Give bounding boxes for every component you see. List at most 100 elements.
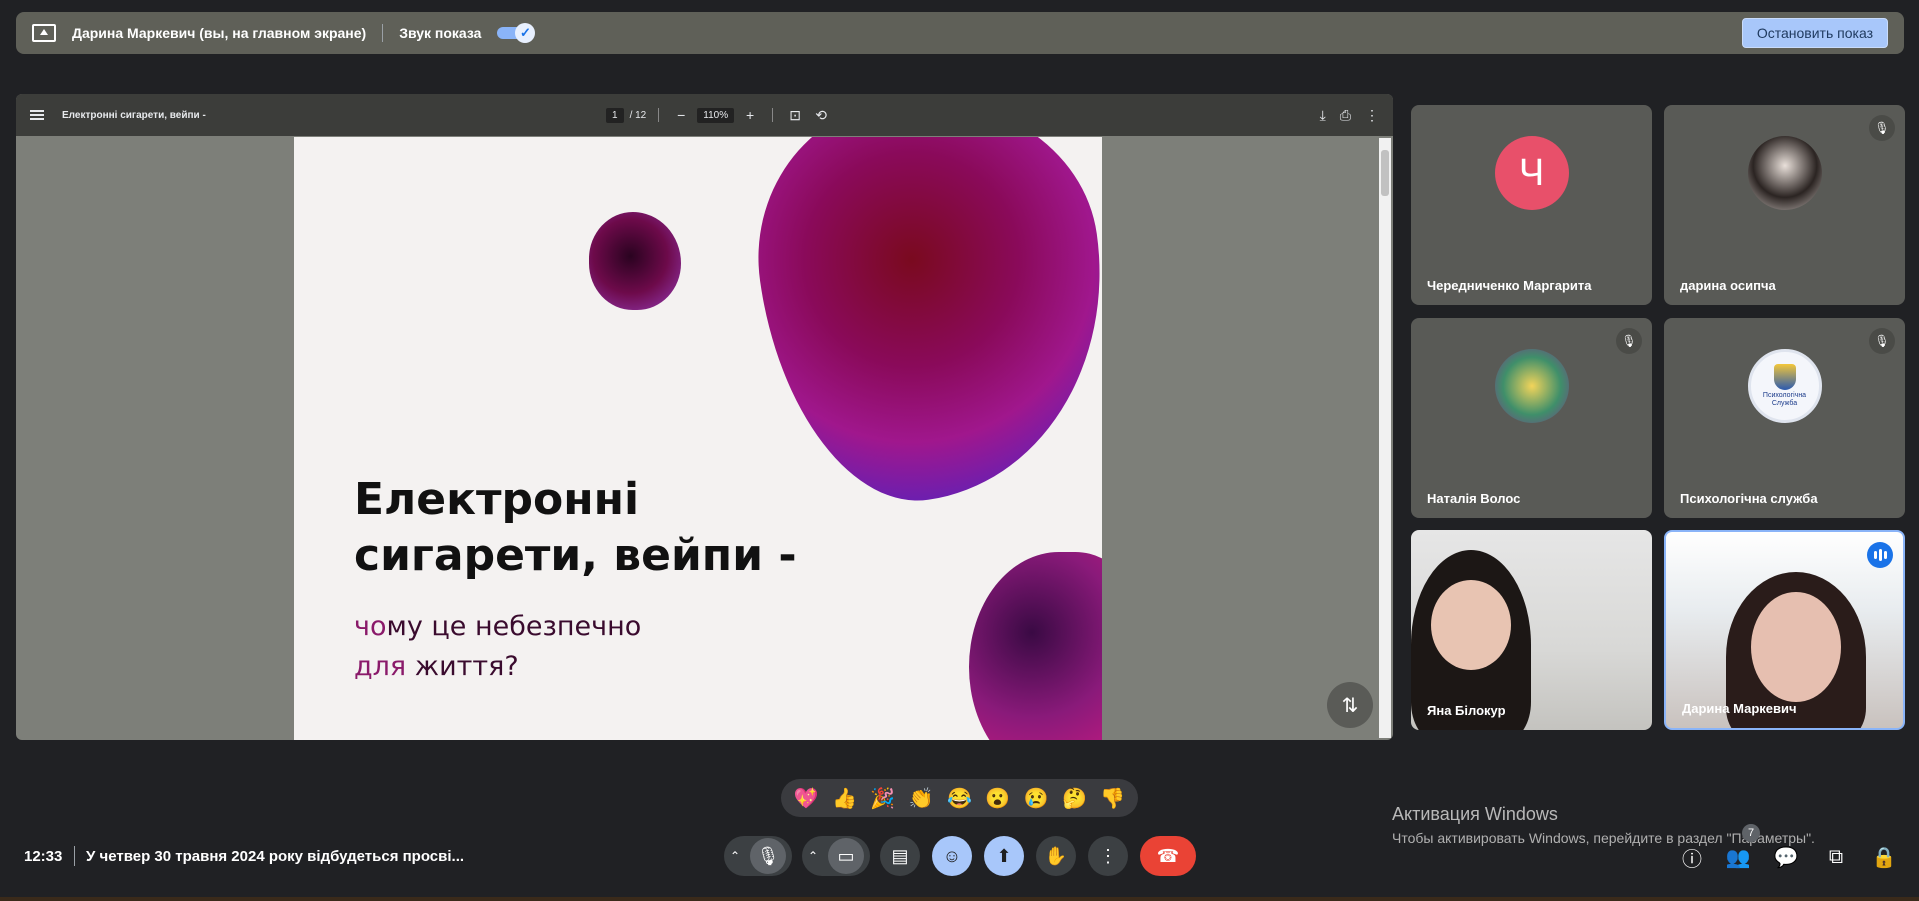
sound-toggle[interactable]: ✓: [497, 23, 536, 43]
present-button[interactable]: ⬆: [984, 836, 1024, 876]
reaction-thumbs-down[interactable]: 👎: [1100, 786, 1125, 811]
person-face: [1751, 592, 1841, 702]
chevron-up-icon[interactable]: ⌃: [808, 849, 818, 863]
slide-page: Електронні сигарети, вейпи - чому це неб…: [294, 137, 1102, 740]
avatar: Ч: [1494, 136, 1569, 210]
reaction-thumbs-up[interactable]: 👍: [832, 786, 857, 811]
subtitle-text: му це небезпечно: [386, 611, 642, 642]
participant-name: Чередниченко Маргарита: [1427, 278, 1592, 293]
slide-subtitle: чому це небезпечно для життя?: [354, 607, 641, 687]
print-icon[interactable]: ⎙: [1340, 107, 1351, 124]
mic-off-icon: 🎙: [1869, 328, 1895, 354]
participant-name: Психологічна служба: [1680, 491, 1818, 506]
reaction-heart[interactable]: 💖: [794, 786, 819, 811]
windows-activation-title: Активация Windows: [1392, 804, 1558, 824]
reactions-bar: 💖 👍 🎉 👏 😂 😮 😢 🤔 👎: [781, 779, 1138, 817]
participant-name: Дарина Маркевич: [1682, 701, 1797, 716]
reaction-clap[interactable]: 👏: [909, 786, 934, 811]
avatar: [1747, 136, 1822, 210]
participant-tile[interactable]: 🎙 Психологічна Служба Психологічна служб…: [1664, 318, 1905, 518]
rotate-icon[interactable]: ⟲: [811, 107, 831, 124]
gradient-blob-large: [737, 137, 1102, 519]
info-icon[interactable]: ⓘ: [1678, 843, 1706, 871]
chevron-up-icon[interactable]: ⌃: [730, 849, 740, 863]
scrollbar-thumb[interactable]: [1381, 150, 1389, 196]
participant-name: Наталія Волос: [1427, 491, 1521, 506]
camera-control[interactable]: ⌃ ▭: [802, 836, 870, 876]
pdf-title: Електронні сигарети, вейпи -: [62, 109, 206, 121]
pdf-scrollbar[interactable]: [1379, 138, 1391, 738]
pdf-actions: ⤓ ⎙ ⋮: [1320, 107, 1379, 124]
more-vert-icon[interactable]: ⋮: [1365, 107, 1379, 124]
pdf-toolbar: Електронні сигарети, вейпи - 1 / 12 − 11…: [16, 94, 1393, 136]
host-controls-icon[interactable]: 🔒: [1870, 843, 1898, 871]
captions-button[interactable]: ▤: [880, 836, 920, 876]
gradient-blob-small: [589, 212, 681, 310]
more-options-button[interactable]: ⋮: [1088, 836, 1128, 876]
mic-control[interactable]: ⌃ 🎙: [724, 836, 792, 876]
avatar: Психологічна Служба: [1747, 349, 1822, 423]
person-face: [1431, 580, 1511, 670]
zoom-in-button[interactable]: +: [740, 107, 760, 123]
stop-presenting-button[interactable]: Остановить показ: [1741, 18, 1888, 48]
pdf-page-controls: 1 / 12 − 110% + ⊡ ⟲: [606, 107, 831, 124]
presenting-bar: Дарина Маркевич (вы, на главном экране) …: [16, 12, 1904, 54]
meeting-title: У четвер 30 травня 2024 року відбудеться…: [86, 848, 465, 865]
phone-hangup-icon: ☎: [1156, 845, 1180, 866]
slide-title-line1: Електронні: [354, 474, 640, 525]
gradient-blob-bottom: [969, 552, 1102, 740]
raise-hand-button[interactable]: ✋: [1036, 836, 1076, 876]
slide-subtitle-line1: чому це небезпечно: [354, 607, 641, 647]
reaction-thinking[interactable]: 🤔: [1062, 786, 1087, 811]
mic-off-icon: 🎙: [1869, 115, 1895, 141]
participant-tile[interactable]: Ч Чередниченко Маргарита: [1411, 105, 1652, 305]
avatar: [1494, 349, 1569, 423]
page-number-input[interactable]: 1: [606, 107, 624, 123]
participant-name: дарина осипча: [1680, 278, 1776, 293]
logo-shield-icon: [1773, 364, 1796, 390]
mic-icon[interactable]: 🎙: [750, 838, 787, 874]
chat-icon[interactable]: 💬: [1772, 843, 1800, 871]
check-icon: ✓: [515, 23, 536, 43]
subtitle-accent: чо: [354, 611, 387, 642]
divider: [382, 24, 384, 42]
divider: [772, 108, 774, 122]
participant-video-tile[interactable]: Яна Білокур: [1411, 530, 1652, 730]
mic-off-icon: 🎙: [1616, 328, 1642, 354]
clock: 12:33: [24, 848, 63, 865]
present-screen-icon: [32, 24, 56, 42]
hand-icon: ✋: [1044, 845, 1068, 866]
fit-page-icon[interactable]: ⊡: [785, 107, 805, 124]
end-call-button[interactable]: ☎: [1140, 836, 1196, 876]
participant-tile[interactable]: 🎙 Наталія Волос: [1411, 318, 1652, 518]
participant-video-tile[interactable]: Дарина Маркевич: [1664, 530, 1905, 730]
participant-name: Яна Білокур: [1427, 703, 1506, 718]
divider: [658, 108, 660, 122]
present-screen-icon: ⬆: [996, 845, 1012, 866]
download-icon[interactable]: ⤓: [1320, 107, 1326, 124]
swap-layout-icon[interactable]: ⇅: [1327, 682, 1373, 728]
emoji-button[interactable]: ☺: [932, 836, 972, 876]
reaction-laugh[interactable]: 😂: [947, 786, 972, 811]
zoom-out-button[interactable]: −: [671, 107, 691, 123]
emoji-icon: ☺: [942, 845, 962, 866]
video-camera-icon[interactable]: ▭: [828, 838, 865, 874]
slide-subtitle-line2: для життя?: [354, 647, 641, 687]
slide-title-line2: сигарети, вейпи -: [354, 530, 797, 581]
menu-icon[interactable]: [30, 110, 44, 120]
subtitle-text: життя?: [414, 651, 519, 682]
captions-icon: ▤: [891, 845, 909, 866]
reaction-sad[interactable]: 😢: [1024, 786, 1049, 811]
activities-icon[interactable]: ⧉: [1822, 843, 1850, 871]
zoom-level-input[interactable]: 110%: [697, 107, 735, 123]
more-vert-icon: ⋮: [1099, 845, 1117, 866]
reaction-surprised[interactable]: 😮: [985, 786, 1010, 811]
divider: [74, 846, 75, 866]
people-icon[interactable]: 👥: [1724, 843, 1752, 871]
pdf-viewer: Електронні сигарети, вейпи - 1 / 12 − 11…: [16, 94, 1393, 740]
slide-title: Електронні сигарети, вейпи -: [354, 472, 797, 584]
reaction-party[interactable]: 🎉: [870, 786, 895, 811]
sound-label: Звук показа: [399, 25, 482, 41]
participant-tile[interactable]: 🎙 дарина осипча: [1664, 105, 1905, 305]
presenter-label: Дарина Маркевич (вы, на главном экране): [72, 25, 367, 41]
